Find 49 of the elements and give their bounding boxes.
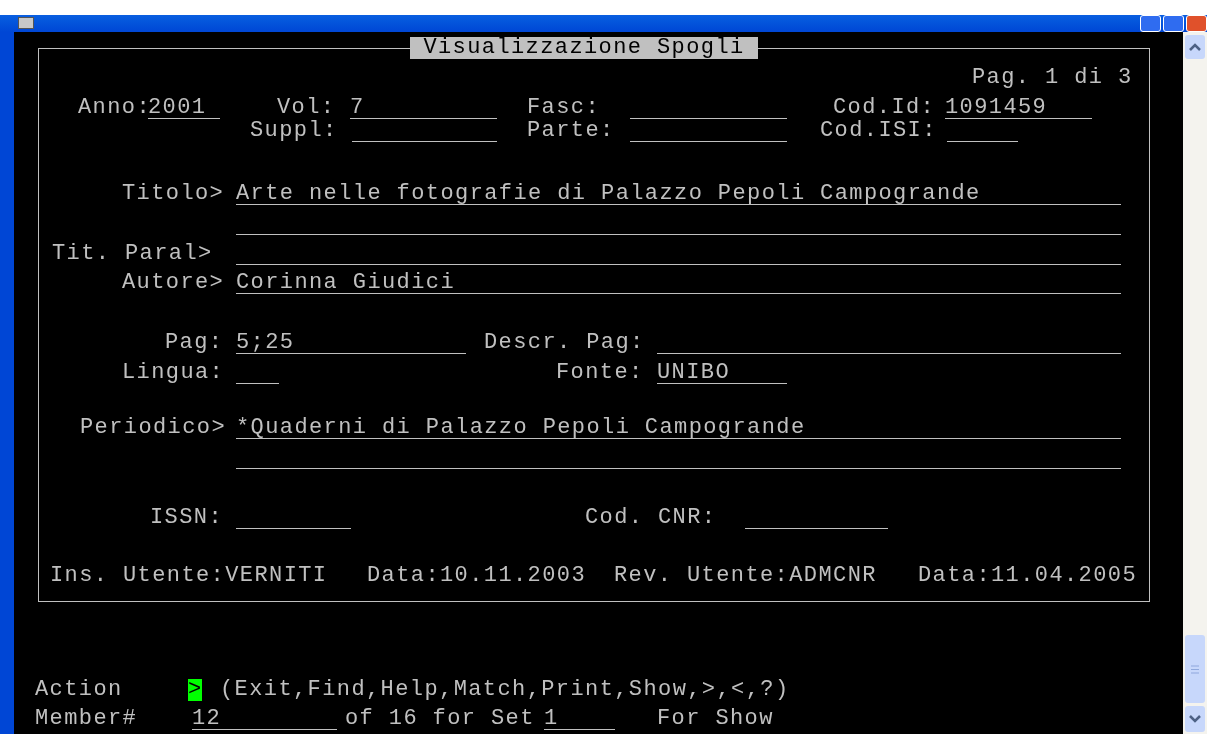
scrollbar[interactable] xyxy=(1183,32,1207,734)
input-field[interactable]: 7 xyxy=(350,97,497,119)
field-label: Pag: xyxy=(165,332,224,354)
command-label: Member# xyxy=(35,708,138,730)
field-label: Autore> xyxy=(122,272,225,294)
field-label: Vol: xyxy=(277,97,336,119)
close-button[interactable] xyxy=(1186,15,1207,32)
input-field[interactable]: 5;25 xyxy=(236,332,466,354)
scroll-down-button[interactable] xyxy=(1185,706,1205,732)
scroll-thumb[interactable] xyxy=(1185,635,1205,703)
field-label: Titolo> xyxy=(122,183,225,205)
field-label: Fasc: xyxy=(527,97,600,119)
input-field[interactable]: 2001 xyxy=(148,97,220,119)
page-indicator: Pag. 1 di 3 xyxy=(972,67,1133,89)
minimize-button[interactable] xyxy=(1140,15,1161,32)
command-label: Action xyxy=(35,679,123,701)
scroll-up-button[interactable] xyxy=(1185,35,1205,59)
field-label: Suppl: xyxy=(250,120,338,142)
audit-text: Data:11.04.2005 xyxy=(918,565,1138,587)
field-label: Cod.Id: xyxy=(833,97,936,119)
field-label: Descr. Pag: xyxy=(484,332,645,354)
window-icon[interactable] xyxy=(18,17,34,29)
mode-text: For Show xyxy=(657,708,774,730)
field-label: Fonte: xyxy=(556,362,644,384)
field-label: Cod. CNR: xyxy=(585,507,717,529)
command-options: (Exit,Find,Help,Match,Print,Show,>,<,?) xyxy=(220,679,790,701)
maximize-button[interactable] xyxy=(1163,15,1184,32)
cursor-prompt[interactable]: > xyxy=(188,679,202,701)
chevron-down-icon xyxy=(1189,715,1201,723)
set-text: of 16 for Set xyxy=(345,708,535,730)
input-field[interactable]: 1091459 xyxy=(945,97,1092,119)
field-label: Periodico> xyxy=(80,417,227,439)
input-field[interactable]: Corinna Giudici xyxy=(236,272,1121,294)
input-field[interactable]: *Quaderni di Palazzo Pepoli Campogrande xyxy=(236,417,1121,439)
input-field[interactable]: UNIBO xyxy=(657,362,787,384)
audit-text: Data:10.11.2003 xyxy=(367,565,587,587)
audit-text: Rev. Utente:ADMCNR xyxy=(614,565,877,587)
field-label: Lingua: xyxy=(122,362,225,384)
audit-text: Ins. Utente:VERNITI xyxy=(50,565,328,587)
chevron-up-icon xyxy=(1189,43,1201,51)
field-label: ISSN: xyxy=(150,507,223,529)
input-field[interactable]: 12 xyxy=(192,708,337,730)
field-label: Parte: xyxy=(527,120,615,142)
input-field[interactable]: 1 xyxy=(544,708,615,730)
grip-icon xyxy=(1191,664,1199,674)
field-label: Cod.ISI: xyxy=(820,120,937,142)
field-label: Tit. Paral> xyxy=(52,243,213,265)
form-title: Visualizzazione Spogli xyxy=(410,37,758,59)
input-field[interactable]: Arte nelle fotografie di Palazzo Pepoli Campogrande xyxy=(236,183,1121,205)
